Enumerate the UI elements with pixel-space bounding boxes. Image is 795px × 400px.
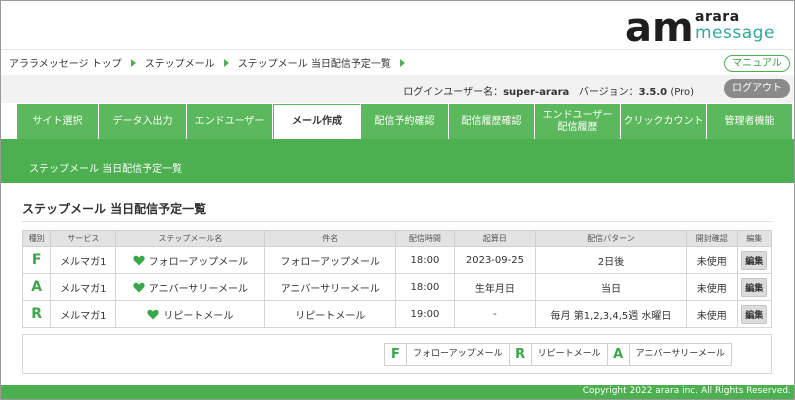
service-cell: メルマガ1 <box>50 246 117 274</box>
login-name: super-arara <box>503 87 570 98</box>
pattern-cell: 2日後 <box>534 246 688 274</box>
tab-history-check[interactable]: 配信履歴確認 <box>449 104 535 139</box>
subject-cell: アニバーサリーメール <box>264 273 396 301</box>
edit-button[interactable]: 編集 <box>741 277 768 297</box>
time-cell: 18:00 <box>394 273 455 301</box>
table-row: A メルマガ1 アニバーサリーメール アニバーサリーメール 18:00 生年月日… <box>21 273 773 301</box>
title-bar: ステップメール 当日配信予定一覧 <box>1 139 794 183</box>
tab-end-user-history[interactable]: エンドユーザー 配信履歴 <box>535 104 621 139</box>
copyright-text: Copyright 2022 arara inc. All Rights Res… <box>582 386 791 396</box>
breadcrumb-arrow-icon <box>130 58 136 67</box>
col-header-type: 種別 <box>21 230 52 247</box>
step-mail-name[interactable]: リピートメール <box>163 311 233 322</box>
step-mail-name[interactable]: アニバーサリーメール <box>149 284 248 295</box>
open-check-cell: 未使用 <box>686 300 738 328</box>
type-cell: A <box>21 273 52 301</box>
app-window: am arara message アララメッセージ トップ ステップメール ステ… <box>0 0 795 400</box>
version-number: 3.5.0 <box>638 87 668 98</box>
type-cell: F <box>21 246 52 274</box>
subject-cell: リピートメール <box>264 300 396 328</box>
pattern-cell: 毎月 第1,2,3,4,5週 水曜日 <box>534 300 688 328</box>
page-title: ステップメール 当日配信予定一覧 <box>22 202 207 216</box>
legend-label-followup: フォローアップメール <box>407 344 510 365</box>
col-header-open-check: 開封確認 <box>686 230 738 247</box>
col-header-start-date: 起算日 <box>453 230 536 247</box>
version-edition: (Pro) <box>670 87 694 98</box>
schedule-table-wrapper: 種別 サービス ステップメール名 件名 配信時間 起算日 配信パターン 開封確認… <box>21 230 773 328</box>
login-label: ログインユーザー名： <box>403 87 504 98</box>
time-cell: 18:00 <box>394 246 455 274</box>
open-check-cell: 未使用 <box>686 273 738 301</box>
breadcrumb-top[interactable]: アララメッセージ トップ <box>9 55 122 70</box>
legend-label-anniversary: アニバーサリーメール <box>635 349 725 359</box>
user-bar: ログインユーザー名：super-arara バージョン：3.5.0 (Pro) … <box>1 75 794 103</box>
subject-cell: フォローアップメール <box>264 246 396 274</box>
start-date-cell: 生年月日 <box>453 273 536 301</box>
open-check-cell: 未使用 <box>686 246 738 274</box>
table-header-row: 種別 サービス ステップメール名 件名 配信時間 起算日 配信パターン 開封確認… <box>21 230 773 247</box>
name-cell: リピートメール <box>115 300 266 328</box>
arara-message-logo[interactable]: am arara message <box>625 9 785 45</box>
legend-label-repeat: リピートメール <box>532 344 608 365</box>
col-header-edit: 編集 <box>736 230 773 247</box>
edit-button[interactable]: 編集 <box>741 304 768 324</box>
tab-data-io[interactable]: データ入出力 <box>99 104 187 139</box>
type-cell: R <box>21 300 52 328</box>
heart-icon <box>133 282 145 292</box>
heading-divider <box>22 221 772 222</box>
logout-button[interactable]: ログアウト <box>724 79 790 98</box>
breadcrumb-arrow-icon <box>399 58 405 67</box>
edit-cell: 編集 <box>736 300 773 328</box>
tab-admin[interactable]: 管理者機能 <box>707 104 793 139</box>
am-logo-mark: am <box>625 9 691 45</box>
version-label: バージョン： <box>578 87 639 98</box>
title-bar-text: ステップメール 当日配信予定一覧 <box>29 164 183 175</box>
header: am arara message <box>1 1 794 49</box>
legend-letter-a: A <box>608 344 630 365</box>
edit-cell: 編集 <box>736 246 773 274</box>
breadcrumb-step-mail[interactable]: ステップメール <box>145 55 215 70</box>
tab-site-select[interactable]: サイト選択 <box>17 104 99 139</box>
breadcrumb-arrow-icon <box>223 58 229 67</box>
col-header-subject: 件名 <box>264 230 396 247</box>
schedule-table: 種別 サービス ステップメール名 件名 配信時間 起算日 配信パターン 開封確認… <box>21 230 773 328</box>
main-nav: サイト選択 データ入出力 エンドユーザー メール作成 配信予約確認 配信履歴確認… <box>1 104 794 139</box>
user-info: ログインユーザー名：super-arara バージョン：3.5.0 (Pro) <box>403 83 694 98</box>
step-mail-name[interactable]: フォローアップメール <box>149 257 249 268</box>
heart-icon <box>147 309 160 319</box>
service-cell: メルマガ1 <box>50 273 117 301</box>
heart-icon <box>132 255 145 265</box>
legend-letter-r: R <box>510 344 532 365</box>
breadcrumb-bar: アララメッセージ トップ ステップメール ステップメール 当日配信予定一覧 マニ… <box>1 49 794 73</box>
col-header-name: ステップメール名 <box>115 230 266 247</box>
col-header-time: 配信時間 <box>394 230 455 247</box>
tab-mail-compose[interactable]: メール作成 <box>273 104 361 139</box>
start-date-cell: - <box>453 300 536 328</box>
footer: Copyright 2022 arara inc. All Rights Res… <box>1 385 794 399</box>
pattern-cell: 当日 <box>534 273 688 301</box>
type-legend: F フォローアップメール R リピートメール A アニバーサリーメール <box>384 343 732 366</box>
edit-cell: 編集 <box>736 273 773 301</box>
breadcrumb-current: ステップメール 当日配信予定一覧 <box>237 59 391 70</box>
name-cell: アニバーサリーメール <box>115 273 266 301</box>
col-header-service: サービス <box>50 230 117 247</box>
breadcrumb: アララメッセージ トップ ステップメール ステップメール 当日配信予定一覧 <box>9 55 414 70</box>
table-row: F メルマガ1 フォローアップメール フォローアップメール 18:00 2023… <box>21 246 773 274</box>
start-date-cell: 2023-09-25 <box>453 246 536 274</box>
service-cell: メルマガ1 <box>50 300 117 328</box>
name-cell: フォローアップメール <box>115 246 266 274</box>
main-content: ステップメール 当日配信予定一覧 種別 サービス ステップメール名 件名 配信時… <box>1 183 794 385</box>
manual-button[interactable]: マニュアル <box>724 55 790 72</box>
time-cell: 19:00 <box>394 300 455 328</box>
svg-text:am: am <box>625 9 691 45</box>
legend-letter-f: F <box>385 344 407 365</box>
logo-word-message: message <box>695 23 775 43</box>
tab-click-count[interactable]: クリックカウント <box>621 104 707 139</box>
tab-end-user[interactable]: エンドユーザー <box>187 104 273 139</box>
legend-panel: F フォローアップメール R リピートメール A アニバーサリーメール <box>22 334 772 374</box>
table-row: R メルマガ1 リピートメール リピートメール 19:00 - 毎月 第1,2,… <box>21 300 773 328</box>
edit-button[interactable]: 編集 <box>741 250 768 270</box>
tab-reservation-check[interactable]: 配信予約確認 <box>361 104 449 139</box>
col-header-pattern: 配信パターン <box>534 230 688 247</box>
